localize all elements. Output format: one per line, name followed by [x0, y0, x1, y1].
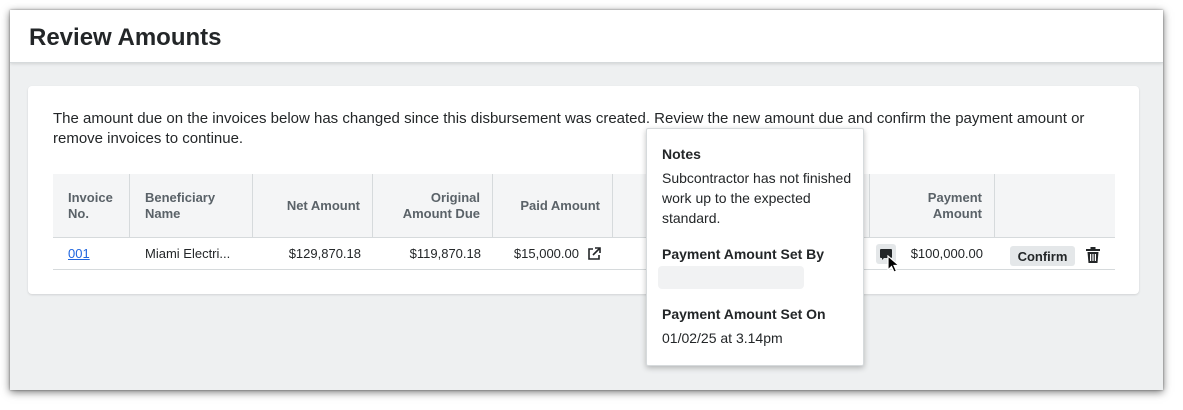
column-header-net-amount[interactable]: Net Amount: [253, 174, 373, 237]
set-by-title: Payment Amount Set By: [662, 246, 825, 262]
column-header-label: Invoice No.: [68, 189, 113, 221]
column-header-paid-amount[interactable]: Paid Amount: [493, 174, 613, 237]
comment-icon-tail: [882, 257, 885, 260]
column-header-label: Payment Amount: [927, 189, 982, 221]
info-message: The amount due on the invoices below has…: [53, 110, 1085, 147]
external-link-icon[interactable]: [587, 246, 601, 261]
column-header-actions: [995, 174, 1115, 237]
cell-invoice-no: 001: [53, 238, 130, 269]
confirm-button[interactable]: Confirm: [1010, 246, 1075, 266]
column-header-beneficiary-name[interactable]: Beneficiary Name: [130, 174, 253, 237]
mouse-pointer: [887, 255, 901, 273]
notes-title: Notes: [662, 146, 701, 162]
column-header-label: Net Amount: [286, 197, 360, 213]
invoices-table: Invoice No. Beneficiary Name Net Amount …: [53, 174, 1115, 273]
notes-popover: Notes Subcontractor has not finished wor…: [646, 128, 864, 366]
cell-beneficiary-name: Miami Electri...: [145, 246, 231, 261]
set-by-placeholder: [658, 266, 804, 289]
cell-original-amount-due: $119,870.18: [409, 246, 481, 261]
paid-amount-value: $15,000.00: [513, 246, 579, 261]
set-on-value: 01/02/25 at 3.14pm: [662, 330, 783, 346]
review-card: The amount due on the invoices below has…: [28, 86, 1139, 294]
cell-paid-amount: $15,000.00: [493, 238, 613, 269]
table-row: 001 Miami Electri... $129,870.18 $119,87…: [53, 238, 1115, 273]
column-header-invoice-no[interactable]: Invoice No.: [53, 174, 130, 237]
column-header-payment-amount[interactable]: Payment Amount: [870, 174, 995, 237]
page-title: Review Amounts: [29, 24, 222, 51]
invoice-link[interactable]: 001: [68, 246, 90, 261]
column-header-original-amount-due[interactable]: Original Amount Due: [373, 174, 493, 237]
table-header: Invoice No. Beneficiary Name Net Amount …: [53, 174, 1115, 238]
cell-payment-amount: $100,000.00: [910, 246, 983, 261]
column-header-label: Paid Amount: [520, 197, 600, 213]
column-header-label: Original Amount Due: [402, 189, 480, 221]
page-header: Review Amounts: [10, 10, 1163, 63]
trash-icon[interactable]: [1086, 247, 1100, 263]
set-on-title: Payment Amount Set On: [662, 306, 826, 322]
column-header-label: Beneficiary Name: [145, 189, 216, 221]
app-window: Review Amounts The amount due on the inv…: [10, 10, 1163, 390]
cell-net-amount: $129,870.18: [288, 246, 361, 261]
notes-text: Subcontractor has not finished work up t…: [662, 170, 852, 226]
